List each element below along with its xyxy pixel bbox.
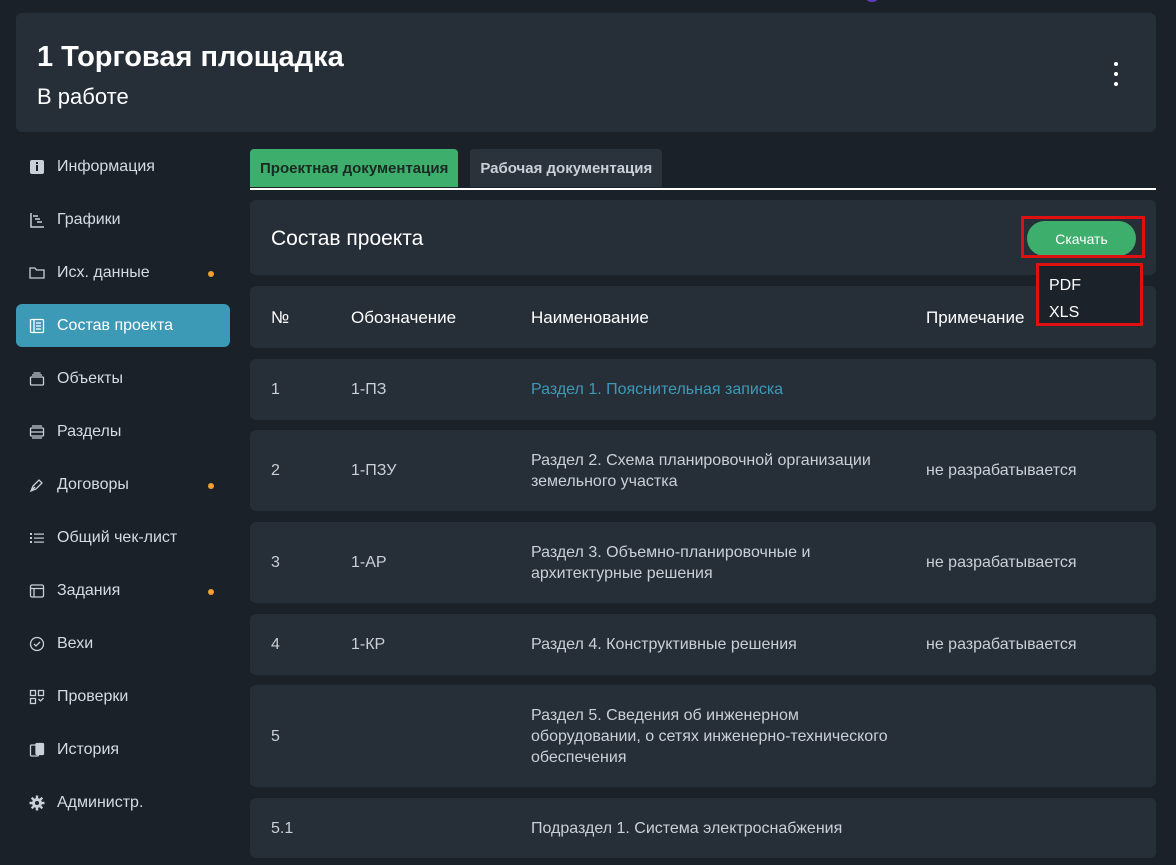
header-code: Обозначение bbox=[351, 308, 457, 327]
download-option-xls[interactable]: XLS bbox=[1039, 299, 1140, 326]
header-num: № bbox=[271, 308, 290, 327]
sidebar-item-milestones[interactable]: Вехи bbox=[16, 622, 230, 665]
download-button-highlight bbox=[1021, 216, 1145, 258]
documentation-tabs: Проектная документация Рабочая документа… bbox=[250, 149, 1156, 190]
table-row[interactable]: 5 Раздел 5. Сведения об инженерном обору… bbox=[250, 685, 1156, 787]
sidebar-item-label: Задания bbox=[57, 581, 121, 599]
row-code: 1-ПЗУ bbox=[351, 462, 397, 479]
project-status: В работе bbox=[37, 84, 129, 109]
section-title: Состав проекта bbox=[271, 227, 424, 250]
table-row[interactable]: 2 1-ПЗУ Раздел 2. Схема планировочной ор… bbox=[250, 430, 1156, 511]
notification-dot bbox=[208, 483, 214, 489]
sidebar-item-charts[interactable]: Графики bbox=[16, 198, 230, 241]
row-num: 5 bbox=[271, 728, 280, 745]
project-header: 1 Торговая площадка В работе bbox=[16, 13, 1156, 132]
sections-icon bbox=[28, 423, 46, 441]
row-name: Раздел 3. Объемно-планировочные и архите… bbox=[531, 544, 811, 582]
download-format-menu: PDF XLS bbox=[1036, 263, 1143, 326]
folder-icon bbox=[28, 264, 46, 282]
row-name: Раздел 5. Сведения об инженерном оборудо… bbox=[531, 707, 888, 766]
sidebar-item-label: Разделы bbox=[57, 422, 122, 440]
row-num: 5.1 bbox=[271, 820, 294, 837]
row-num: 2 bbox=[271, 462, 280, 479]
tab-project-documentation[interactable]: Проектная документация bbox=[250, 149, 459, 187]
grid-icon bbox=[28, 688, 46, 706]
sidebar-item-info[interactable]: Информация bbox=[16, 145, 230, 188]
row-name: Раздел 2. Схема планировочной организаци… bbox=[531, 452, 871, 490]
sidebar-item-label: Информация bbox=[57, 157, 155, 175]
table-row[interactable]: 1 1-ПЗ Раздел 1. Пояснительная записка bbox=[250, 359, 1156, 420]
top-indicator bbox=[866, 0, 878, 2]
tab-working-documentation[interactable]: Рабочая документация bbox=[470, 149, 663, 187]
download-option-pdf[interactable]: PDF bbox=[1039, 272, 1140, 299]
row-note: не разрабатывается bbox=[926, 554, 1077, 571]
gantt-chart-icon bbox=[28, 211, 46, 229]
sidebar-item-tasks[interactable]: Задания bbox=[16, 569, 230, 612]
sidebar-item-label: Графики bbox=[57, 210, 121, 228]
table-row[interactable]: 5.1 Подраздел 1. Система электроснабжени… bbox=[250, 798, 1156, 858]
sidebar-item-checklist[interactable]: Общий чек-лист bbox=[16, 516, 230, 559]
sidebar-item-objects[interactable]: Объекты bbox=[16, 357, 230, 400]
sidebar-item-label: История bbox=[57, 740, 120, 758]
sidebar-item-history[interactable]: История bbox=[16, 728, 230, 771]
sidebar-item-label: Общий чек-лист bbox=[57, 528, 178, 546]
row-code: 1-КР bbox=[351, 636, 386, 653]
history-icon bbox=[28, 741, 46, 759]
row-name: Раздел 4. Конструктивные решения bbox=[531, 636, 797, 653]
document-list-icon bbox=[28, 317, 46, 335]
sidebar-item-sections[interactable]: Разделы bbox=[16, 410, 230, 453]
sidebar-item-label: Администр. bbox=[57, 793, 144, 811]
sidebar-item-project-composition[interactable]: Состав проекта bbox=[16, 304, 230, 347]
stack-icon bbox=[28, 370, 46, 388]
sidebar-item-label: Договоры bbox=[57, 475, 129, 493]
header-name: Наименование bbox=[531, 308, 649, 327]
row-num: 1 bbox=[271, 381, 280, 398]
row-note: не разрабатывается bbox=[926, 636, 1077, 653]
sidebar: Информация Графики Исх. данные Состав пр… bbox=[16, 145, 230, 834]
project-title: 1 Торговая площадка bbox=[37, 41, 344, 73]
row-note: не разрабатывается bbox=[926, 462, 1077, 479]
notification-dot bbox=[208, 271, 214, 277]
row-code: 1-АР bbox=[351, 554, 387, 571]
table-row[interactable]: 3 1-АР Раздел 3. Объемно-планировочные и… bbox=[250, 522, 1156, 603]
sidebar-item-label: Проверки bbox=[57, 687, 129, 705]
notification-dot bbox=[208, 589, 214, 595]
table-row[interactable]: 4 1-КР Раздел 4. Конструктивные решения … bbox=[250, 614, 1156, 675]
table-header: № Обозначение Наименование Примечание bbox=[250, 286, 1156, 348]
more-options-icon[interactable] bbox=[1108, 62, 1124, 86]
row-code: 1-ПЗ bbox=[351, 381, 387, 398]
pen-icon bbox=[28, 476, 46, 494]
sidebar-item-label: Состав проекта bbox=[57, 316, 174, 334]
sidebar-item-admin[interactable]: Администр. bbox=[16, 781, 230, 824]
row-name: Подраздел 1. Система электроснабжения bbox=[531, 820, 843, 837]
check-circle-icon bbox=[28, 635, 46, 653]
gear-icon bbox=[28, 794, 46, 812]
sidebar-item-contracts[interactable]: Договоры bbox=[16, 463, 230, 506]
row-num: 3 bbox=[271, 554, 280, 571]
sidebar-item-label: Вехи bbox=[57, 634, 94, 652]
sidebar-item-checks[interactable]: Проверки bbox=[16, 675, 230, 718]
sidebar-item-source-data[interactable]: Исх. данные bbox=[16, 251, 230, 294]
sidebar-item-label: Объекты bbox=[57, 369, 123, 387]
sidebar-item-label: Исх. данные bbox=[57, 263, 150, 281]
header-note: Примечание bbox=[926, 308, 1025, 327]
tasks-icon bbox=[28, 582, 46, 600]
checklist-icon bbox=[28, 529, 46, 547]
row-num: 4 bbox=[271, 636, 280, 653]
info-icon bbox=[28, 158, 46, 176]
row-name-link[interactable]: Раздел 1. Пояснительная записка bbox=[531, 379, 901, 400]
